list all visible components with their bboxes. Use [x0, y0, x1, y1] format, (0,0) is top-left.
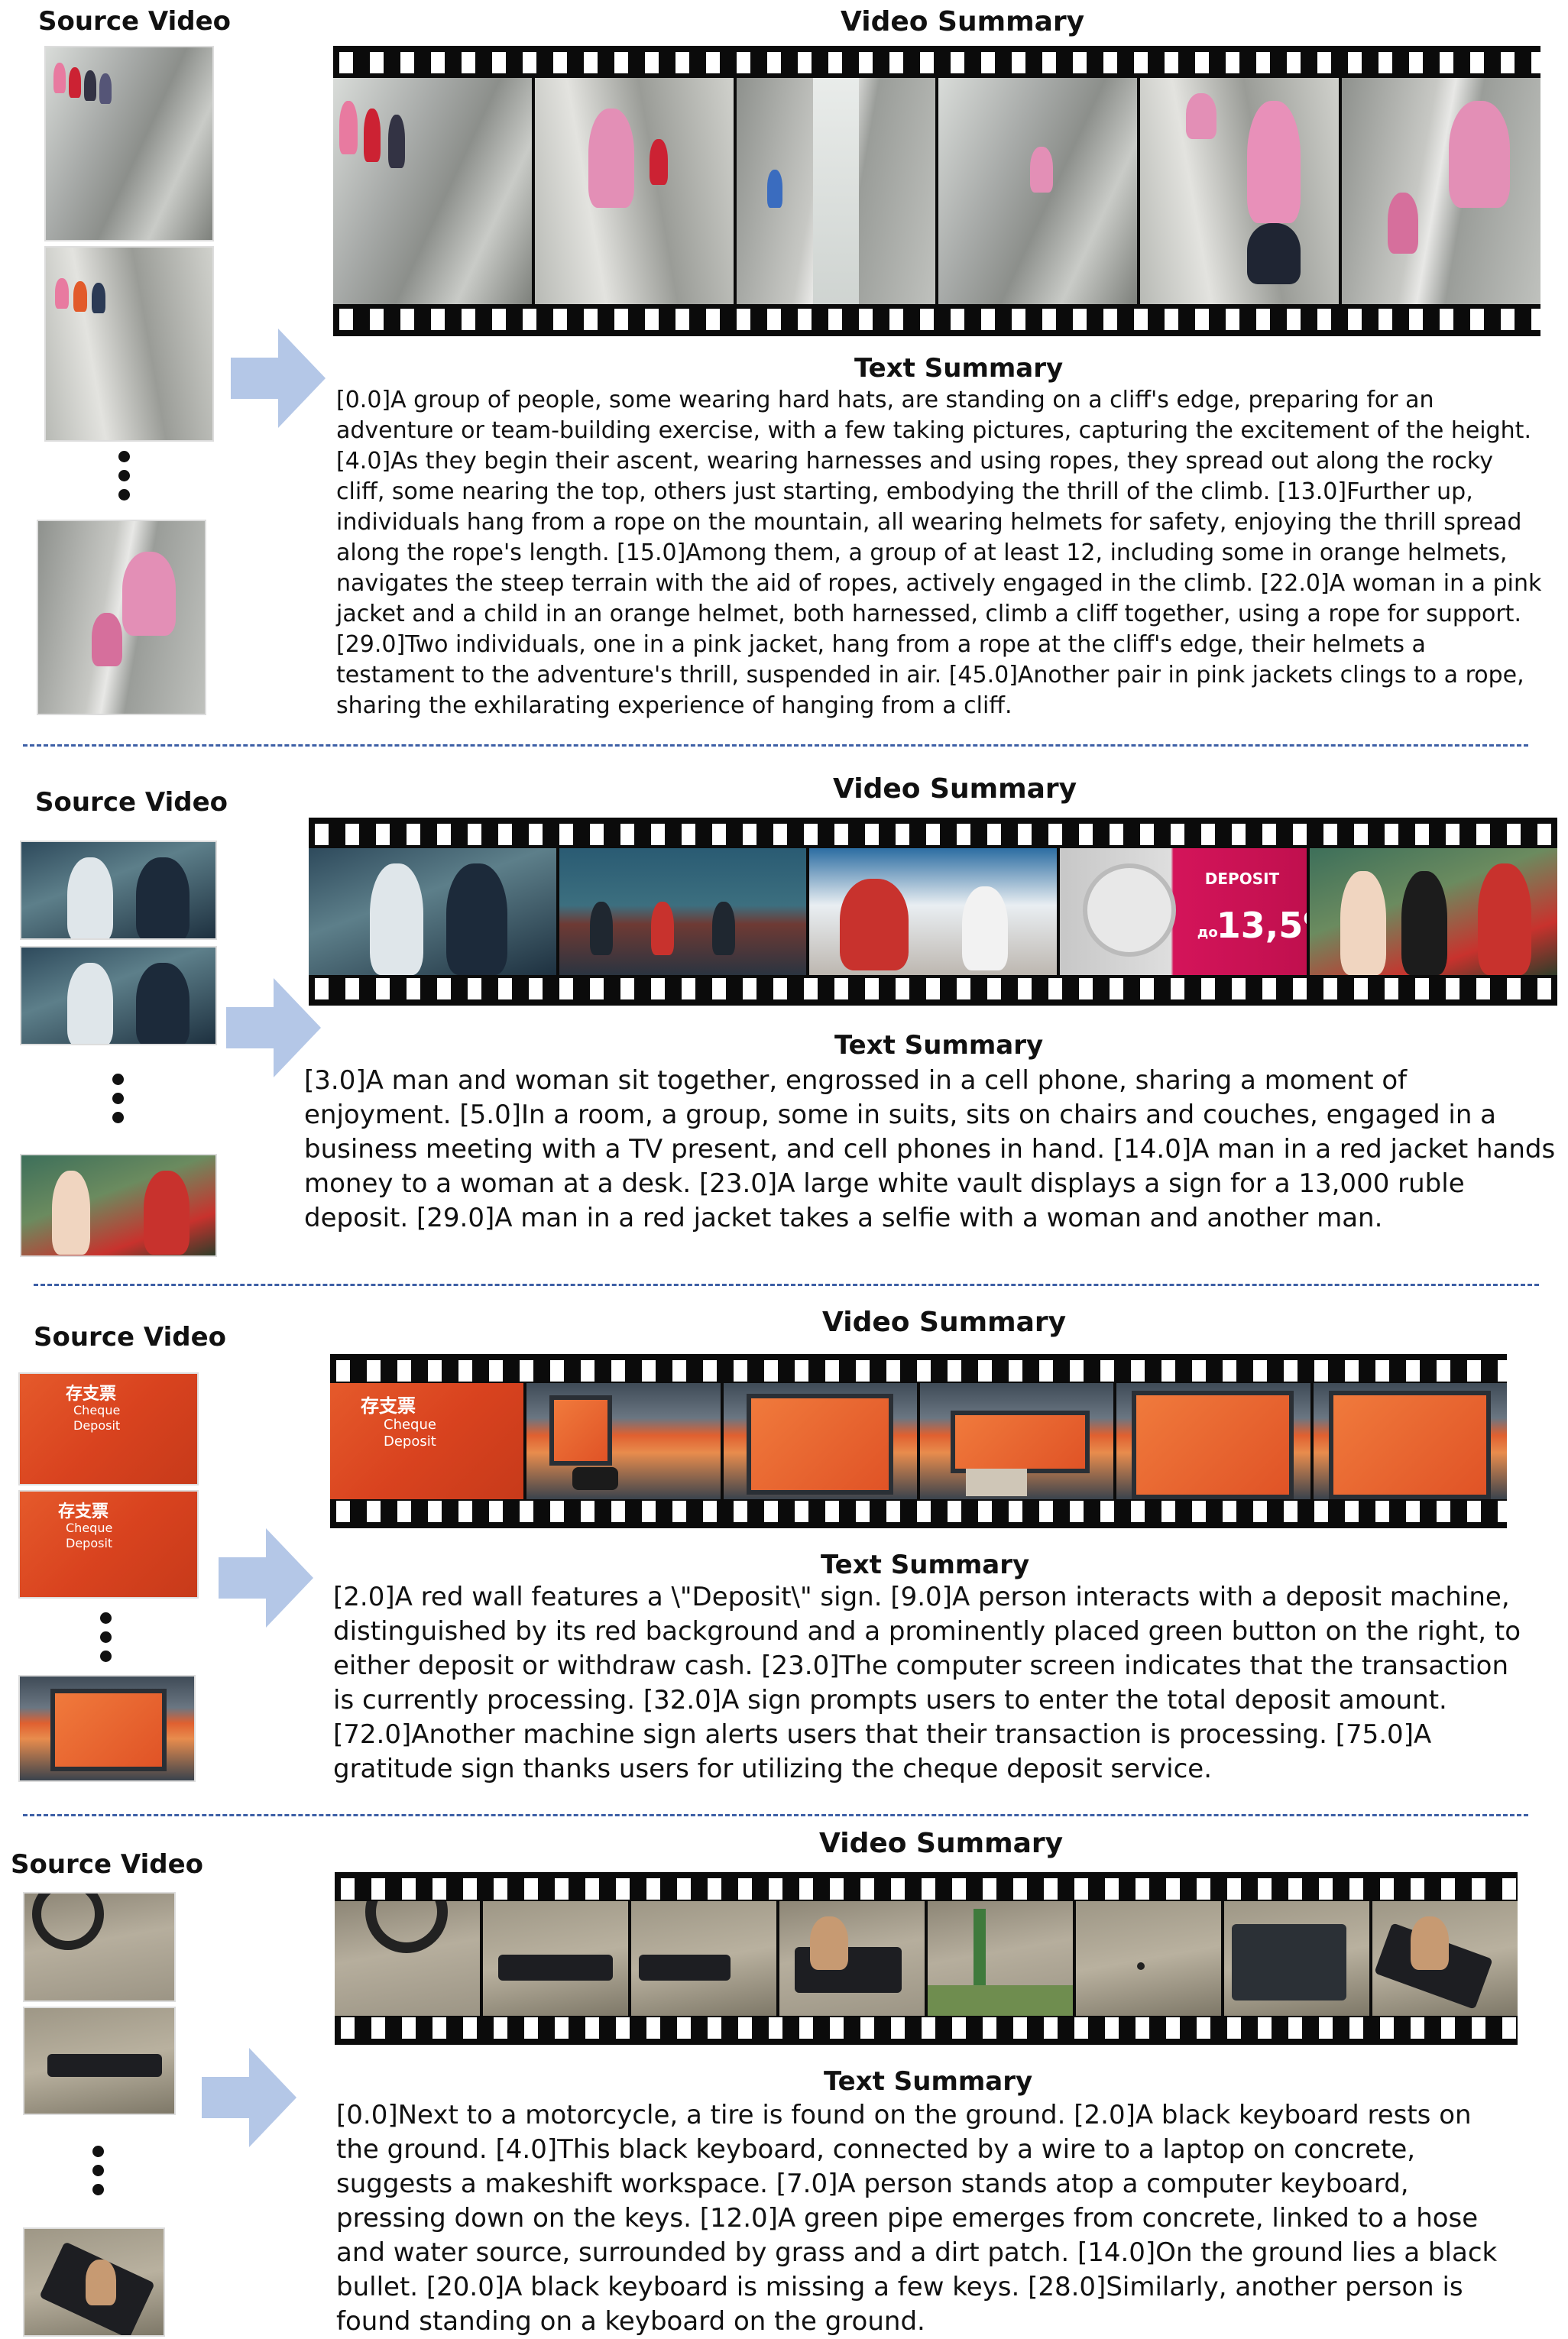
summary-frame	[483, 1901, 628, 2016]
summary-frame	[1372, 1901, 1518, 2016]
right-arrow-icon	[202, 2048, 296, 2147]
film-strip	[335, 1872, 1518, 2045]
summary-frame	[779, 1901, 925, 2016]
summary-frame	[335, 1901, 480, 2016]
source-video-title: Source Video	[11, 1849, 203, 1880]
text-summary-body: [0.0]Next to a motorcycle, a tire is fou…	[336, 2100, 1498, 2337]
summary-frame	[631, 1901, 776, 2016]
source-thumbnail	[23, 1892, 176, 2002]
text-summary-title: Text Summary	[824, 2066, 1033, 2097]
ellipsis-dots	[90, 2146, 105, 2203]
panel-4: Source Video Video Summary Text Summary …	[0, 0, 1568, 2337]
summary-frame	[928, 1901, 1073, 2016]
source-thumbnail	[23, 2227, 165, 2337]
summary-frame	[1076, 1901, 1221, 2016]
video-summary-title: Video Summary	[819, 1828, 1064, 1859]
summary-frame	[1224, 1901, 1369, 2016]
source-thumbnail	[23, 2007, 176, 2115]
